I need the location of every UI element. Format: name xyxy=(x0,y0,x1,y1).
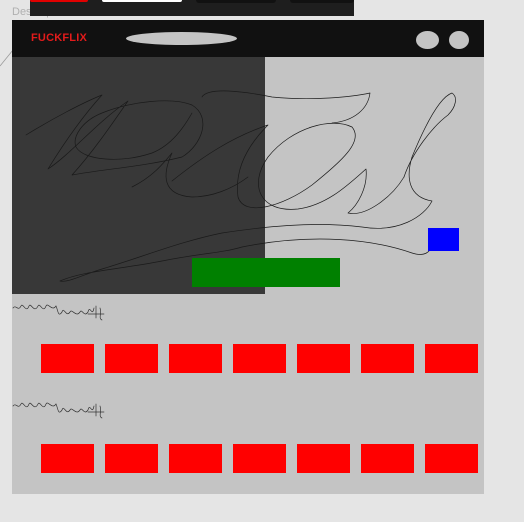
content-tile[interactable] xyxy=(361,344,414,373)
content-tile[interactable] xyxy=(169,344,222,373)
content-tile[interactable] xyxy=(105,444,158,473)
preview-block-dark xyxy=(196,0,276,3)
content-tile[interactable] xyxy=(233,444,286,473)
content-row xyxy=(41,344,484,373)
content-tile[interactable] xyxy=(233,344,286,373)
content-tile[interactable] xyxy=(105,344,158,373)
play-button[interactable] xyxy=(192,258,340,287)
settings-circle-icon[interactable] xyxy=(449,31,469,49)
row-title-scribble xyxy=(12,402,105,419)
preview-block-red xyxy=(30,0,88,2)
content-tile[interactable] xyxy=(425,344,478,373)
design-canvas: Desktop FUCKFLIX xyxy=(0,0,524,522)
info-button[interactable] xyxy=(428,228,459,251)
search-bar[interactable] xyxy=(126,32,237,45)
secondary-frame-preview xyxy=(30,0,354,16)
row-title-scribble xyxy=(12,304,105,321)
content-row xyxy=(41,444,484,473)
preview-block-white xyxy=(102,0,182,2)
content-tile[interactable] xyxy=(169,444,222,473)
app-frame: FUCKFLIX xyxy=(12,20,484,494)
content-tile[interactable] xyxy=(361,444,414,473)
top-nav-bar: FUCKFLIX xyxy=(12,20,484,57)
content-tile[interactable] xyxy=(41,444,94,473)
content-tile[interactable] xyxy=(41,344,94,373)
profile-circle-icon[interactable] xyxy=(416,31,439,49)
content-tile[interactable] xyxy=(297,444,350,473)
content-tile[interactable] xyxy=(297,344,350,373)
app-logo[interactable]: FUCKFLIX xyxy=(31,32,87,44)
content-tile[interactable] xyxy=(425,444,478,473)
preview-block-dark xyxy=(290,0,354,3)
